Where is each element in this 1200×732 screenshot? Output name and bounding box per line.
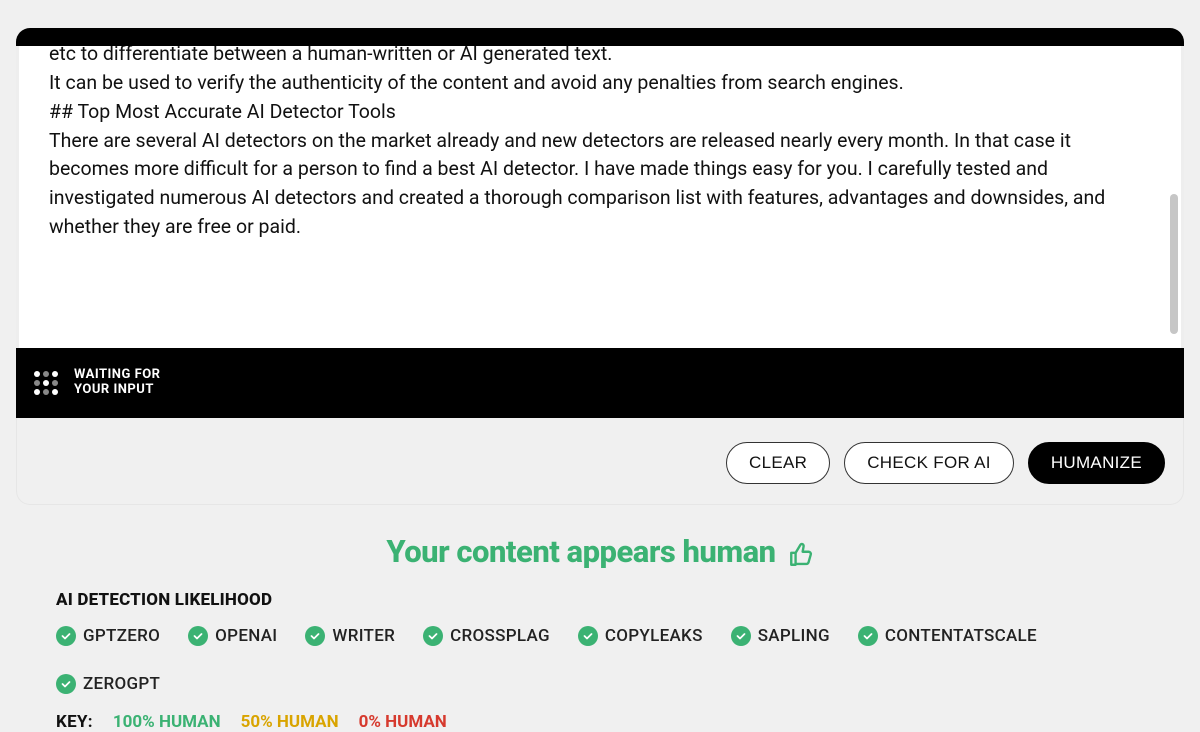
loading-dots-icon: [34, 371, 58, 395]
detector-sapling: SAPLING: [731, 626, 830, 646]
key-50-human: 50% HUMAN: [241, 712, 339, 732]
check-icon: [56, 674, 76, 694]
status-text: WAITING FOR YOUR INPUT: [74, 368, 161, 398]
result-section: Your content appears human AI DETECTION …: [0, 505, 1200, 732]
check-for-ai-button[interactable]: CHECK FOR AI: [844, 442, 1014, 484]
check-icon: [188, 626, 208, 646]
thumbs-up-icon: [788, 539, 814, 565]
detector-gptzero: GPTZERO: [56, 626, 160, 646]
detector-openai: OPENAI: [188, 626, 277, 646]
detector-label: WRITER: [332, 626, 395, 646]
editor-line-partial: etc to differentiate between a human-wri…: [49, 46, 1135, 69]
result-headline-text: Your content appears human: [386, 533, 775, 570]
humanize-button[interactable]: HUMANIZE: [1028, 442, 1165, 484]
detector-label: SAPLING: [758, 626, 830, 646]
result-headline: Your content appears human: [56, 533, 1144, 570]
text-editor[interactable]: etc to differentiate between a human-wri…: [16, 46, 1184, 348]
detector-zerogpt: ZEROGPT: [56, 674, 160, 694]
detector-label: ZEROGPT: [83, 674, 160, 694]
key-row: KEY: 100% HUMAN 50% HUMAN 0% HUMAN: [56, 712, 1144, 732]
check-icon: [731, 626, 751, 646]
check-icon: [578, 626, 598, 646]
detector-label: CONTENTATSCALE: [885, 626, 1037, 646]
scrollbar-thumb[interactable]: [1170, 194, 1178, 334]
key-label: KEY:: [56, 712, 93, 732]
detector-label: CROSSPLAG: [450, 626, 550, 646]
action-buttons: CLEAR CHECK FOR AI HUMANIZE: [16, 418, 1184, 505]
status-bar: WAITING FOR YOUR INPUT: [16, 348, 1184, 418]
likelihood-label: AI DETECTION LIKELIHOOD: [56, 590, 1144, 610]
detector-label: COPYLEAKS: [605, 626, 703, 646]
check-icon: [423, 626, 443, 646]
key-100-human: 100% HUMAN: [113, 712, 221, 732]
check-icon: [858, 626, 878, 646]
clear-button[interactable]: CLEAR: [726, 442, 830, 484]
detector-copyleaks: COPYLEAKS: [578, 626, 703, 646]
card-top-border: [16, 28, 1184, 46]
key-0-human: 0% HUMAN: [359, 712, 447, 732]
editor-para-2: It can be used to verify the authenticit…: [49, 69, 1135, 98]
detector-contentatscale: CONTENTATSCALE: [858, 626, 1037, 646]
check-icon: [56, 626, 76, 646]
detector-label: OPENAI: [215, 626, 277, 646]
status-line2: YOUR INPUT: [74, 383, 161, 398]
detector-crossplag: CROSSPLAG: [423, 626, 550, 646]
status-line1: WAITING FOR: [74, 368, 161, 383]
editor-content[interactable]: etc to differentiate between a human-wri…: [19, 46, 1181, 348]
detector-writer: WRITER: [305, 626, 395, 646]
detector-row: GPTZERO OPENAI WRITER CROSSPLAG COPYLEAKS SAP…: [56, 626, 1144, 694]
check-icon: [305, 626, 325, 646]
editor-heading: ## Top Most Accurate AI Detector Tools: [49, 98, 1135, 127]
editor-para-3: There are several AI detectors on the ma…: [49, 127, 1135, 242]
detector-label: GPTZERO: [83, 626, 160, 646]
